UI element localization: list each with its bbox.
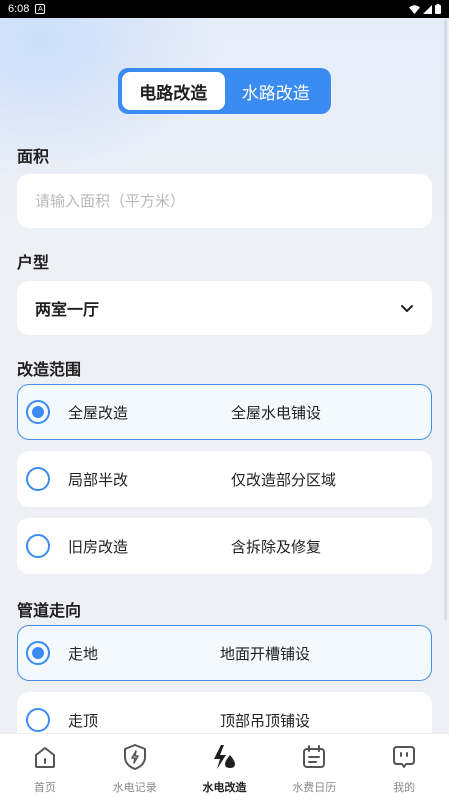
status-bar: 6:08 A	[0, 0, 449, 18]
pipe-option-floor[interactable]: 走地 地面开槽铺设	[17, 625, 432, 681]
option-name: 旧房改造	[68, 537, 129, 556]
house-type-select[interactable]: 两室一厅	[17, 281, 432, 335]
notification-icon: A	[35, 4, 46, 14]
signal-icon	[423, 4, 432, 14]
tab-renovation[interactable]: 水电改造	[180, 734, 270, 800]
scope-label: 改造范围	[17, 360, 82, 379]
battery-icon	[435, 4, 441, 14]
tab-home[interactable]: 首页	[0, 734, 90, 800]
house-type-label: 户型	[17, 253, 50, 272]
option-name: 走顶	[68, 711, 99, 730]
option-desc: 含拆除及修复	[231, 537, 322, 556]
status-time: 6:08	[8, 3, 30, 15]
radio-selected-icon[interactable]	[26, 400, 50, 424]
tab-water-renovation[interactable]: 水路改造	[225, 72, 328, 110]
option-desc: 仅改造部分区域	[231, 470, 337, 489]
wifi-icon	[409, 4, 420, 14]
tab-profile[interactable]: 我的	[359, 734, 449, 800]
option-name: 全屋改造	[68, 403, 129, 422]
bottom-tab-bar: 首页 水电记录 水电改造 水费日历 我的	[0, 733, 449, 800]
option-name: 走地	[68, 644, 99, 663]
area-label: 面积	[17, 147, 50, 166]
radio-unselected-icon[interactable]	[26, 467, 50, 491]
option-desc: 全屋水电铺设	[231, 403, 322, 422]
profile-icon	[390, 743, 418, 771]
bolt-drop-icon	[210, 743, 238, 771]
tab-circuit-renovation[interactable]: 电路改造	[122, 72, 225, 110]
mode-segmented-control: 电路改造 水路改造	[118, 68, 331, 114]
option-desc: 顶部吊顶铺设	[220, 711, 311, 730]
tab-label: 水电记录	[112, 781, 157, 794]
tab-label: 首页	[33, 781, 56, 794]
tab-records[interactable]: 水电记录	[90, 734, 180, 800]
radio-selected-icon[interactable]	[26, 641, 50, 665]
scope-option-whole[interactable]: 全屋改造 全屋水电铺设	[17, 384, 432, 440]
area-input[interactable]	[35, 192, 414, 210]
area-field-card	[17, 174, 432, 228]
tab-label: 水费日历	[292, 781, 337, 794]
calendar-icon	[300, 743, 328, 771]
scrollbar-track[interactable]	[444, 20, 447, 620]
option-name: 局部半改	[68, 470, 129, 489]
chevron-down-icon	[401, 304, 413, 312]
bolt-shield-icon	[121, 743, 149, 771]
tab-label: 水电改造	[202, 781, 247, 794]
scope-option-old-house[interactable]: 旧房改造 含拆除及修复	[17, 518, 432, 574]
tab-label: 我的	[393, 781, 416, 794]
house-type-value: 两室一厅	[35, 300, 100, 319]
radio-unselected-icon[interactable]	[26, 534, 50, 558]
radio-unselected-icon[interactable]	[26, 708, 50, 732]
tab-calendar[interactable]: 水费日历	[269, 734, 359, 800]
status-icons	[409, 4, 441, 14]
scope-option-partial[interactable]: 局部半改 仅改造部分区域	[17, 451, 432, 507]
home-icon	[31, 743, 59, 771]
option-desc: 地面开槽铺设	[220, 644, 311, 663]
pipe-label: 管道走向	[17, 601, 82, 620]
